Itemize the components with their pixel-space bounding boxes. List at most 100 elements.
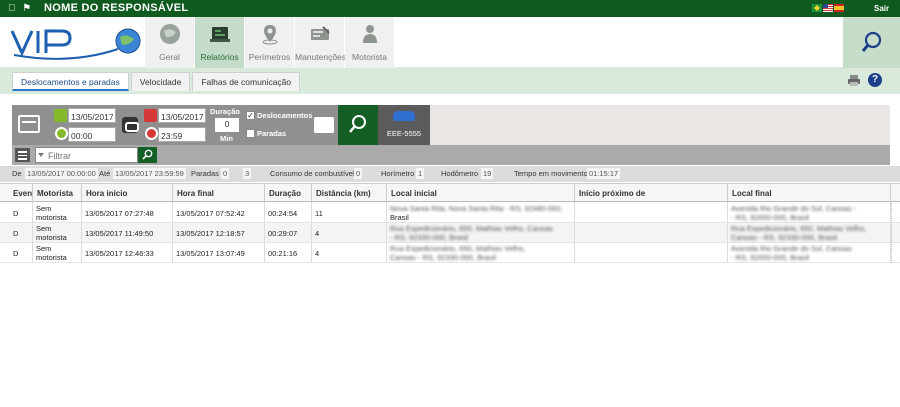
help-icon[interactable]: ? [868,73,882,87]
duration-unit: Min [220,134,233,143]
vehicle-plate: EEE-5555 [386,129,422,138]
local-final-line-2: - RS, 92000-000, Brasil [731,253,809,262]
calendar-from-icon[interactable] [54,109,67,122]
nav-motorista[interactable]: Motorista [345,17,395,68]
local-final-line-1: Avenida Rio Grande do Sul, Canoas [731,244,852,253]
summary-horimetro-value: 1 [416,168,425,179]
language-flags [812,4,844,12]
cell-evento: D [10,243,33,263]
tab-velocidade[interactable]: Velocidade [130,72,191,91]
cell-local-final: Avenida Rio Grande do Sul, Canoas - - RS… [728,203,891,223]
table-row[interactable]: D Sem motorista 13/05/2017 12:46:33 13/0… [0,243,900,263]
cell-inicio-proximo [575,243,728,263]
print-icon[interactable] [848,74,860,86]
cell-inicio-proximo [575,223,728,243]
spain-flag-icon[interactable] [834,4,844,12]
summary-ate-label: Até [99,169,111,178]
card-icon[interactable] [18,115,40,133]
time-to-input[interactable] [158,127,206,142]
nav-label: Relatórios [200,52,239,62]
table-row[interactable]: D Sem motorista 13/05/2017 07:27:48 13/0… [0,203,900,223]
summary-bar: De 13/05/2017 00:00:00 Até 13/05/2017 23… [0,166,900,182]
cell-duracao: 00:21:16 [265,243,312,263]
report-tabs: Deslocamentos e paradas Velocidade Falha… [12,72,301,91]
col-local-inicial[interactable]: Local inicial [387,184,575,203]
time-from-input[interactable] [68,127,116,142]
deslocamentos-label: Deslocamentos [257,111,313,120]
top-bar:  ⚑ NOME DO RESPONSÁVEL Sair [0,0,900,17]
summary-horimetro-label: Horímetro [381,169,415,178]
nav-geral[interactable]: Geral [145,17,195,68]
summary-de-value: 13/05/2017 00:00:00 [25,168,98,179]
grid-filter-input[interactable] [35,147,138,163]
clock-to-icon[interactable] [145,127,158,140]
paradas-checkbox[interactable] [246,129,255,138]
logout-link[interactable]: Sair [874,4,889,13]
clock-from-icon[interactable] [55,127,68,140]
summary-ate-value: 13/05/2017 23:59:59 [113,168,186,179]
cell-motorista: Sem motorista [33,243,82,263]
tab-deslocamentos[interactable]: Deslocamentos e paradas [12,72,129,91]
duration-input[interactable]: 0 [215,118,239,132]
calendar-to-icon[interactable] [144,109,157,122]
local-inicial-line-2: Brasil [390,213,409,222]
date-to-input[interactable] [158,108,206,123]
summary-tempo-label: Tempo em movimento [514,169,588,178]
cell-local-final: Rua Expedicionário, 650, Mathias Velho, … [728,223,891,243]
map-pin-icon [262,25,278,45]
cell-motorista: Sem motorista [33,223,82,243]
summary-paradas-value-2: 3 [243,168,252,179]
filter-panel: Duração 0 Min ✓ Deslocamentos Paradas EE… [12,105,890,145]
cell-local-final: Avenida Rio Grande do Sul, Canoas - RS, … [728,243,891,263]
col-hora-inicio[interactable]: Hora início [82,184,173,203]
local-inicial-line-1: Nova Santa Rita, Nova Santa Rita - RS, 9… [390,204,563,213]
local-final-line-2: Canoas - RS, 92330-000, Brasil [731,233,837,242]
local-inicial-line-1: Rua Expedicionário, 650, Mathias Velho, [390,244,526,253]
cell-hora-final: 13/05/2017 12:18:57 [173,223,265,243]
local-inicial-line-1: Rua Expedicionário, 650, Mathias Velho, … [390,224,554,233]
summary-paradas-label: Paradas [191,169,219,178]
tab-falhas[interactable]: Falhas de comunicação [192,72,301,91]
vehicle-selector[interactable]: EEE-5555 [378,105,430,145]
summary-tempo-value: 01:15:17 [587,168,621,179]
col-evento[interactable]: Evento [10,184,33,203]
cell-hora-inicio: 13/05/2017 07:27:48 [82,203,173,223]
cell-duracao: 00:24:54 [265,203,312,223]
filter-search-button[interactable] [338,105,378,145]
link-icon[interactable] [122,117,139,133]
cell-hora-inicio: 13/05/2017 12:46:33 [82,243,173,263]
col-hora-final[interactable]: Hora final [173,184,265,203]
col-inicio-proximo[interactable]: Início próximo de [575,184,728,203]
nav-relatorios[interactable]: Relatórios [195,17,245,68]
search-icon [142,149,153,160]
usa-flag-icon[interactable] [823,4,833,12]
menu-icon[interactable] [15,148,30,162]
nav-manutencoes[interactable]: Manutenções [295,17,347,68]
filter-dropdown-icon[interactable] [38,153,44,157]
table-row[interactable]: D Sem motorista 13/05/2017 11:49:50 13/0… [0,223,900,243]
global-search-button[interactable] [843,17,900,68]
col-distancia[interactable]: Distância (km) [312,184,387,203]
filter-controls: Duração 0 Min ✓ Deslocamentos Paradas [12,105,338,145]
responsible-name: NOME DO RESPONSÁVEL [44,2,189,14]
printer-icon[interactable] [314,117,334,133]
brazil-flag-icon[interactable] [812,4,822,12]
table-scroll-edge[interactable] [891,203,900,263]
cell-hora-final: 13/05/2017 07:52:42 [173,203,265,223]
cell-hora-inicio: 13/05/2017 11:49:50 [82,223,173,243]
nav-label: Manutenções [295,52,347,62]
main-nav: Geral Relatórios Perímetros Manutenções … [145,17,395,68]
cell-distancia: 4 [312,223,387,243]
col-motorista[interactable]: Motorista [33,184,82,203]
date-from-input[interactable] [68,108,116,123]
nav-perimetros[interactable]: Perímetros [245,17,295,68]
local-final-line-2: - RS, 92000-000, Brasil [731,213,809,222]
vip-rastreamento-logo [10,28,141,60]
cell-local-inicial: Nova Santa Rita, Nova Santa Rita - RS, 9… [387,203,575,223]
grid-filter-button[interactable] [138,147,157,163]
col-local-final[interactable]: Local final [728,184,891,203]
app-root:  ⚑ NOME DO RESPONSÁVEL Sair Geral [0,0,900,407]
col-duracao[interactable]: Duração [265,184,312,203]
deslocamentos-checkbox[interactable]: ✓ [246,111,255,120]
cell-hora-final: 13/05/2017 13:07:49 [173,243,265,263]
